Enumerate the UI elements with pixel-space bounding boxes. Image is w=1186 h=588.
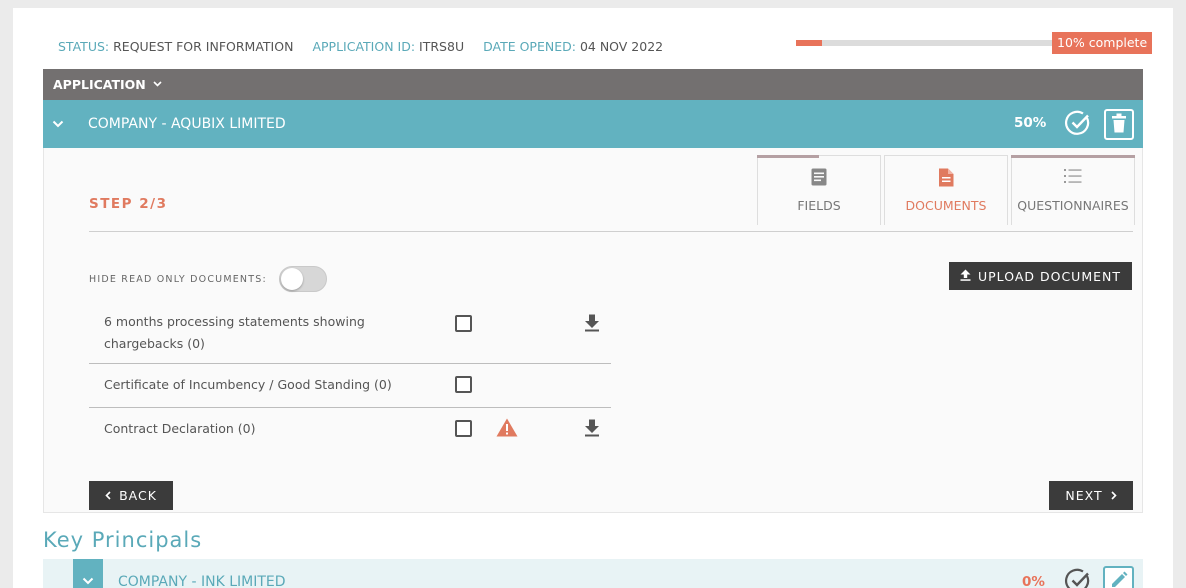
principal-row: COMPANY - INK LIMITED 0% (43, 559, 1143, 588)
next-label: NEXT (1065, 488, 1103, 503)
progress-fill (796, 40, 822, 46)
tab-progress-line (1011, 155, 1135, 158)
application-id-value: ITRS8U (419, 39, 465, 54)
document-name: 6 months processing statements showing c… (104, 314, 365, 351)
status-item: STATUS: REQUEST FOR INFORMATION (58, 39, 293, 54)
back-button[interactable]: BACK (89, 481, 173, 510)
chevron-down-icon (82, 574, 94, 588)
tab-questionnaires-label: QUESTIONNAIRES (1017, 198, 1129, 213)
collapse-toggle[interactable] (43, 117, 73, 132)
hide-readonly-toggle[interactable] (278, 266, 327, 292)
upload-document-label: UPLOAD DOCUMENT (978, 268, 1121, 284)
application-card: STATUS: REQUEST FOR INFORMATION APPLICAT… (13, 8, 1173, 588)
status-label: STATUS: (58, 39, 110, 54)
application-menu-label: APPLICATION (53, 77, 146, 92)
document-row: 6 months processing statements showing c… (89, 300, 611, 364)
edit-button[interactable] (1103, 566, 1134, 588)
progress-badge: 10% complete (1052, 32, 1153, 54)
download-icon[interactable] (584, 314, 600, 336)
document-name: Contract Declaration (0) (104, 421, 256, 436)
key-principals-title: Key Principals (43, 528, 203, 552)
download-icon[interactable] (584, 419, 600, 441)
principal-name: COMPANY - INK LIMITED (118, 574, 286, 588)
document-row: Contract Declaration (0) (89, 408, 611, 452)
hide-readonly-label: HIDE READ ONLY DOCUMENTS: (89, 273, 267, 285)
progress-bar (796, 40, 1056, 46)
document-row: Certificate of Incumbency / Good Standin… (89, 364, 611, 408)
document-checkbox[interactable] (455, 315, 472, 332)
tab-fields[interactable]: FIELDS (757, 155, 881, 225)
application-id-label: APPLICATION ID: (312, 39, 416, 54)
company-name: COMPANY - AQUBIX LIMITED (88, 116, 286, 132)
chevron-right-icon (1111, 488, 1117, 503)
application-id-item: APPLICATION ID: ITRS8U (312, 39, 464, 54)
date-opened-value: 04 NOV 2022 (579, 39, 664, 54)
date-opened-item: DATE OPENED: 04 NOV 2022 (483, 39, 663, 54)
hide-readonly-row: HIDE READ ONLY DOCUMENTS: (89, 266, 327, 292)
document-checkbox[interactable] (455, 420, 472, 437)
document-name: Certificate of Incumbency / Good Standin… (104, 377, 392, 392)
document-icon (938, 168, 954, 191)
chevron-down-icon (153, 79, 162, 90)
date-opened-label: DATE OPENED: (483, 39, 576, 54)
document-checkbox[interactable] (455, 376, 472, 393)
warning-icon (496, 418, 518, 441)
application-menu[interactable]: APPLICATION (43, 69, 1143, 100)
step-panel: STEP 2/3 FIELDS DOCUMENTS QUESTIONNAIRES… (43, 148, 1143, 513)
tab-documents-label: DOCUMENTS (905, 198, 987, 213)
status-row: STATUS: REQUEST FOR INFORMATION APPLICAT… (58, 39, 663, 54)
tab-progress-line (757, 155, 819, 158)
principal-percent: 0% (1022, 574, 1045, 588)
company-percent: 50% (1014, 115, 1047, 131)
tab-questionnaires[interactable]: QUESTIONNAIRES (1011, 155, 1135, 225)
document-list: 6 months processing statements showing c… (89, 300, 611, 452)
delete-button[interactable] (1104, 109, 1134, 140)
tab-documents[interactable]: DOCUMENTS (884, 155, 1008, 225)
trash-icon (1111, 113, 1127, 137)
next-button[interactable]: NEXT (1049, 481, 1133, 510)
status-value: REQUEST FOR INFORMATION (113, 39, 294, 54)
upload-icon (960, 269, 971, 284)
pencil-icon (1110, 571, 1128, 588)
company-header: COMPANY - AQUBIX LIMITED 50% (43, 100, 1143, 148)
back-label: BACK (119, 488, 157, 503)
collapse-toggle[interactable] (73, 559, 103, 588)
tab-fields-label: FIELDS (797, 198, 841, 213)
chevron-left-icon (105, 488, 111, 503)
list-icon (1064, 168, 1082, 188)
check-circle-icon[interactable] (1064, 567, 1092, 588)
divider (89, 231, 1133, 232)
upload-document-button[interactable]: UPLOAD DOCUMENT (949, 262, 1132, 290)
check-circle-icon[interactable] (1064, 109, 1092, 137)
toggle-knob (280, 268, 303, 290)
chevron-down-icon (52, 117, 64, 132)
form-icon (811, 168, 827, 190)
step-indicator: STEP 2/3 (89, 196, 168, 212)
step-tabs: FIELDS DOCUMENTS QUESTIONNAIRES (757, 155, 1138, 225)
